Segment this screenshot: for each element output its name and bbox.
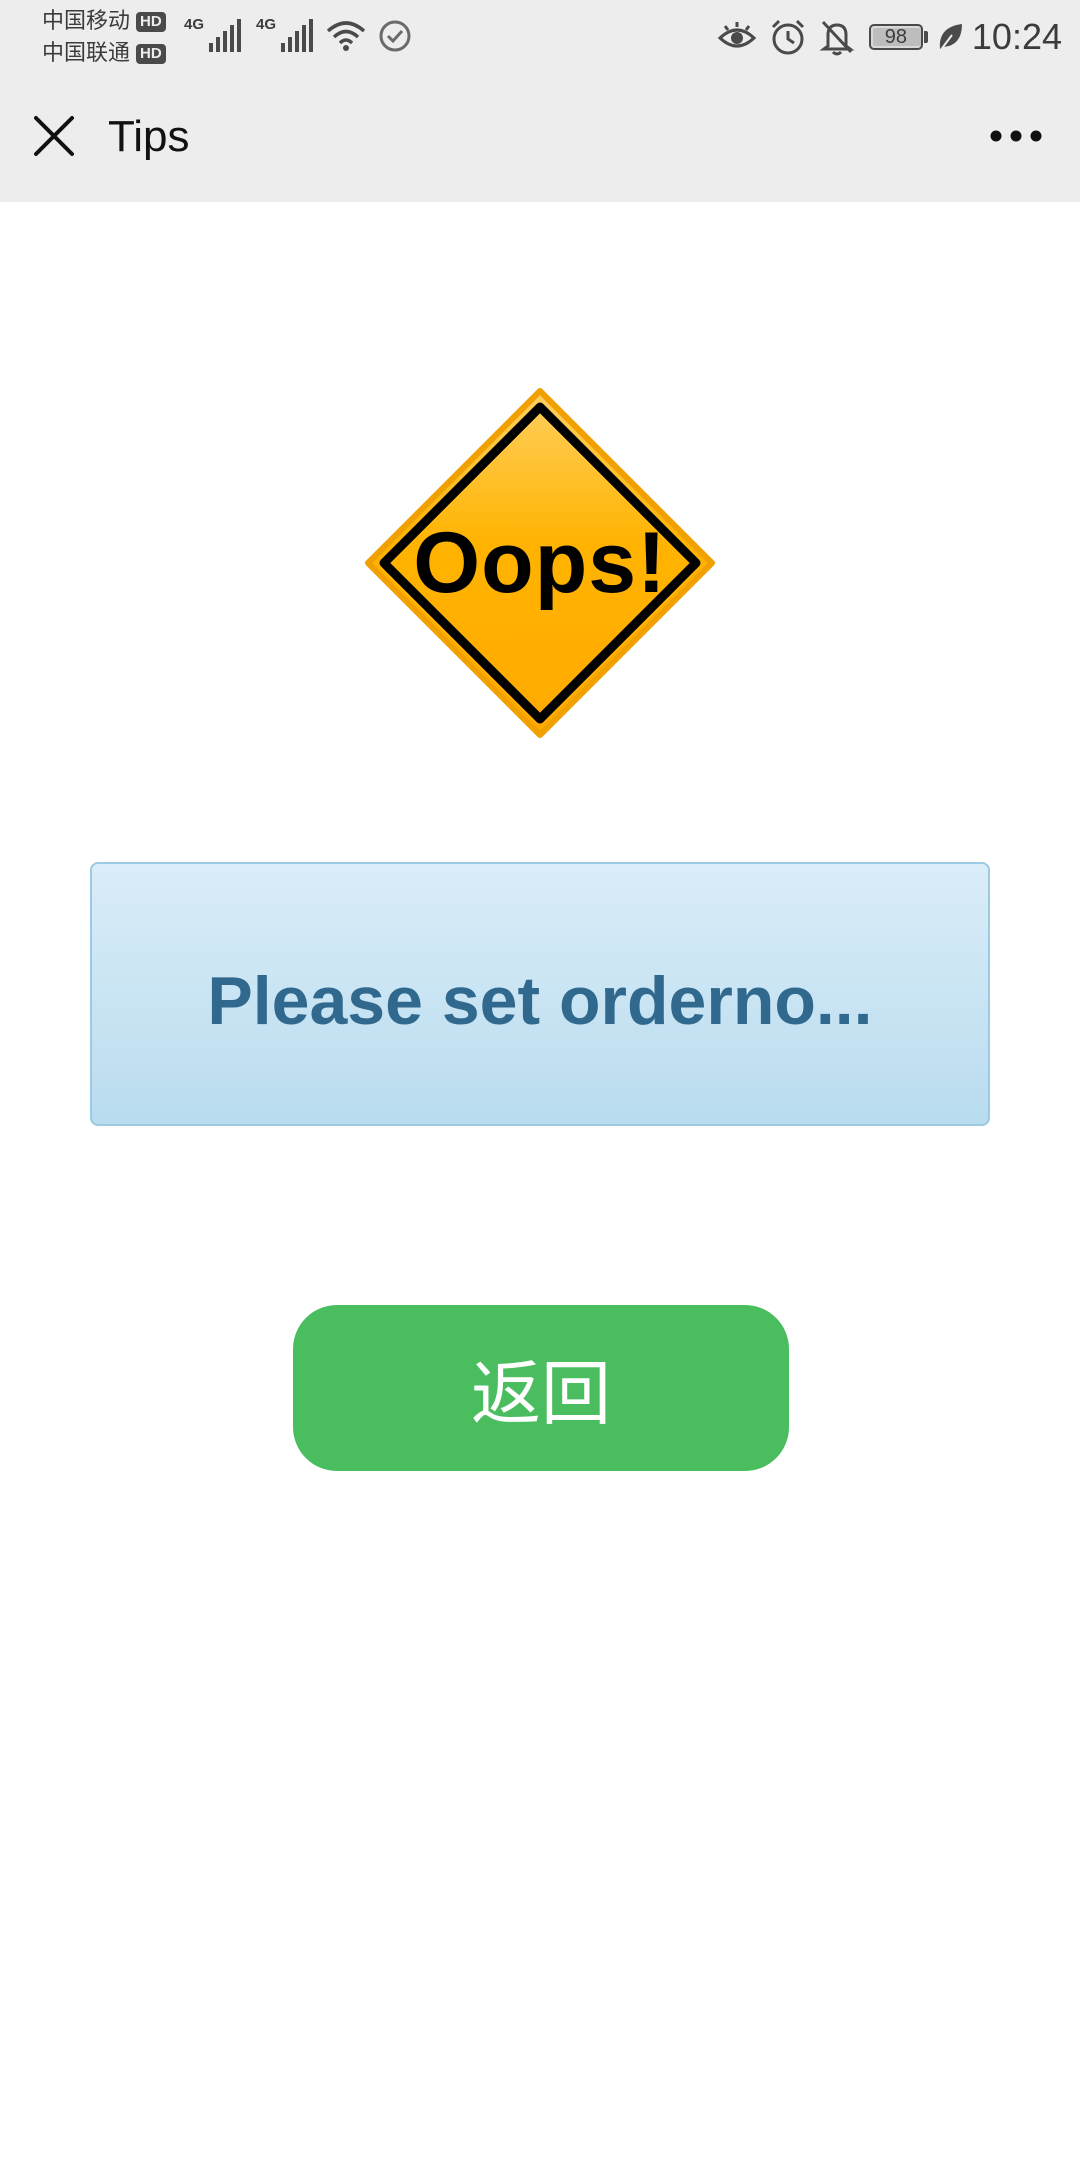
carrier-row-2: 中国联通 HD: [42, 38, 166, 70]
close-button[interactable]: [22, 104, 86, 168]
page-title: Tips: [108, 112, 190, 161]
battery-tip: [923, 31, 928, 43]
wifi-icon: [326, 21, 366, 51]
eye-icon: [717, 22, 757, 48]
more-button[interactable]: [980, 108, 1052, 164]
carrier-1-label: 中国移动: [42, 9, 131, 34]
check-circle-icon: [379, 20, 411, 52]
clock: 10:24: [971, 16, 1062, 57]
title-bar: Tips: [0, 72, 1080, 202]
signal-icon: [281, 19, 314, 52]
status-bar: 中国移动 HD 中国联通 HD 4G 4G 98 10:24: [0, 0, 1080, 72]
carrier-row-1: 中国移动 HD: [42, 6, 166, 38]
message-box: Please set orderno...: [90, 862, 990, 1126]
system-icons: 98 10:24: [705, 12, 1062, 62]
network-type-2: 4G: [256, 16, 277, 33]
battery-icon: 98: [868, 24, 923, 50]
bell-off-icon: [819, 20, 855, 56]
oops-warning-sign: Oops!: [362, 385, 718, 741]
carrier-2-label: 中国联通: [42, 41, 131, 66]
hd-badge-2: HD: [136, 44, 166, 64]
battery-percent: 98: [884, 26, 908, 48]
more-icon: [990, 130, 1042, 142]
signal-icon: [209, 19, 242, 52]
oops-sign-text: Oops!: [413, 514, 667, 611]
back-button[interactable]: 返回: [293, 1305, 789, 1471]
error-message: Please set orderno...: [207, 963, 873, 1039]
alarm-icon: [771, 19, 804, 55]
network-type-1: 4G: [184, 16, 205, 33]
close-icon: [34, 116, 74, 156]
carrier-info: 中国移动 HD 中国联通 HD: [42, 6, 166, 70]
network-icons: 4G 4G: [184, 14, 412, 58]
hd-badge-1: HD: [136, 12, 166, 32]
leaf-icon: [939, 24, 962, 52]
